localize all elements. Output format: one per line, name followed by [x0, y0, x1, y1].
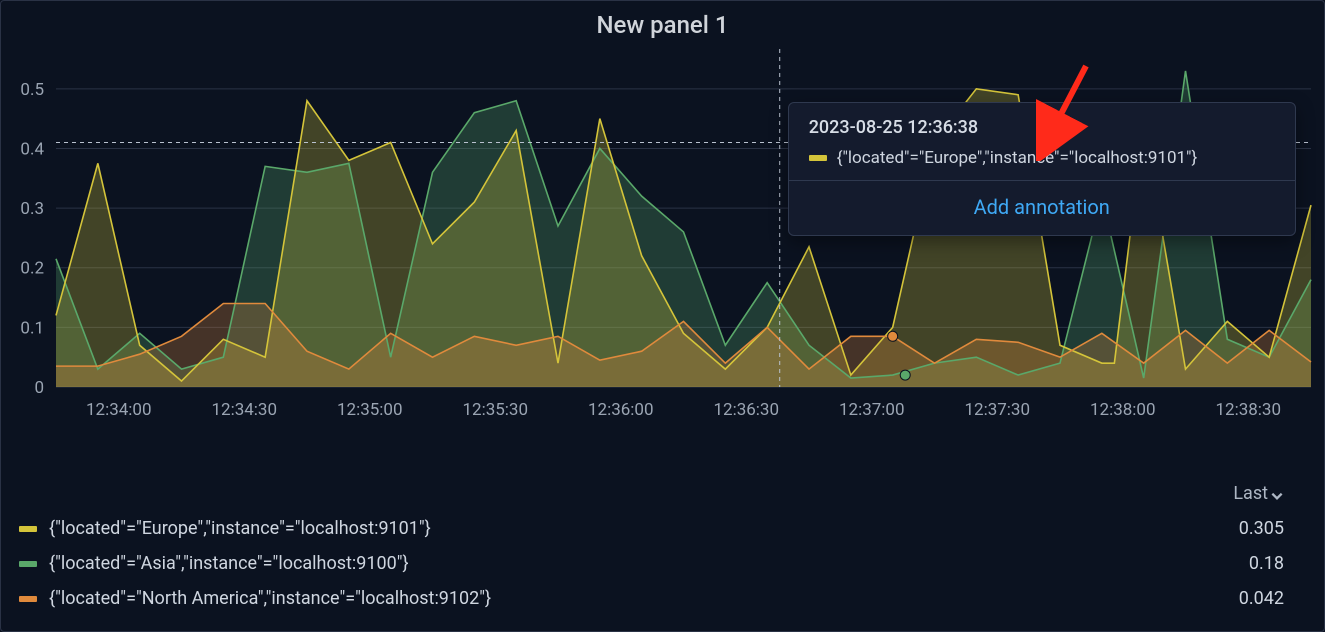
svg-text:12:34:30: 12:34:30	[211, 400, 277, 420]
svg-text:12:35:30: 12:35:30	[462, 400, 528, 420]
hover-tooltip: 2023-08-25 12:36:38 {"located"="Europe",…	[788, 102, 1296, 236]
legend-series-value: 0.042	[1204, 588, 1284, 609]
svg-text:0.4: 0.4	[20, 139, 44, 159]
svg-text:12:38:00: 12:38:00	[1090, 400, 1156, 420]
tooltip-timestamp: 2023-08-25 12:36:38	[809, 117, 1275, 138]
legend-series-value: 0.305	[1204, 518, 1284, 539]
svg-text:12:34:00: 12:34:00	[86, 400, 152, 420]
tooltip-series-row: {"located"="Europe","instance"="localhos…	[809, 148, 1275, 168]
legend-series-value: 0.18	[1204, 553, 1284, 574]
svg-text:0.3: 0.3	[20, 199, 44, 219]
chart-area[interactable]: 0 0.1 0.2 0.3 0.4 0.5 12:34:00 12:34:30 12:35:00…	[1, 43, 1324, 473]
svg-text:0.2: 0.2	[20, 259, 44, 279]
svg-text:12:37:00: 12:37:00	[839, 400, 905, 420]
legend-row[interactable]: {"located"="Asia","instance"="localhost:…	[19, 553, 1284, 574]
svg-text:0.5: 0.5	[20, 80, 44, 100]
tooltip-series-label: {"located"="Europe","instance"="localhos…	[837, 148, 1198, 168]
series-swatch-icon	[809, 155, 827, 161]
svg-text:12:38:30: 12:38:30	[1215, 400, 1281, 420]
svg-text:12:36:30: 12:36:30	[713, 400, 779, 420]
legend-series-label: {"located"="Europe","instance"="localhos…	[49, 518, 431, 539]
legend-series-label: {"located"="Asia","instance"="localhost:…	[49, 553, 409, 574]
legend-row[interactable]: {"located"="North America","instance"="l…	[19, 588, 1284, 609]
legend-series-label: {"located"="North America","instance"="l…	[49, 588, 491, 609]
legend-row[interactable]: {"located"="Europe","instance"="localhos…	[19, 518, 1284, 539]
chart-panel: New panel 1 0 0.1 0.2 0.3 0.4 0.5 12:34:00 12:3…	[0, 0, 1325, 632]
chevron-down-icon	[1270, 487, 1284, 501]
svg-text:12:35:00: 12:35:00	[337, 400, 403, 420]
series-swatch-icon	[19, 596, 37, 602]
svg-text:0.1: 0.1	[20, 318, 44, 338]
legend: Last {"located"="Europe","instance"="loc…	[19, 483, 1284, 623]
legend-header[interactable]: Last	[19, 483, 1284, 504]
series-swatch-icon	[19, 561, 37, 567]
svg-text:12:36:00: 12:36:00	[588, 400, 654, 420]
svg-text:0: 0	[34, 378, 44, 398]
panel-title: New panel 1	[1, 1, 1324, 43]
legend-column-label: Last	[1233, 483, 1268, 504]
svg-text:12:37:30: 12:37:30	[964, 400, 1030, 420]
add-annotation-button[interactable]: Add annotation	[809, 181, 1275, 235]
series-swatch-icon	[19, 526, 37, 532]
